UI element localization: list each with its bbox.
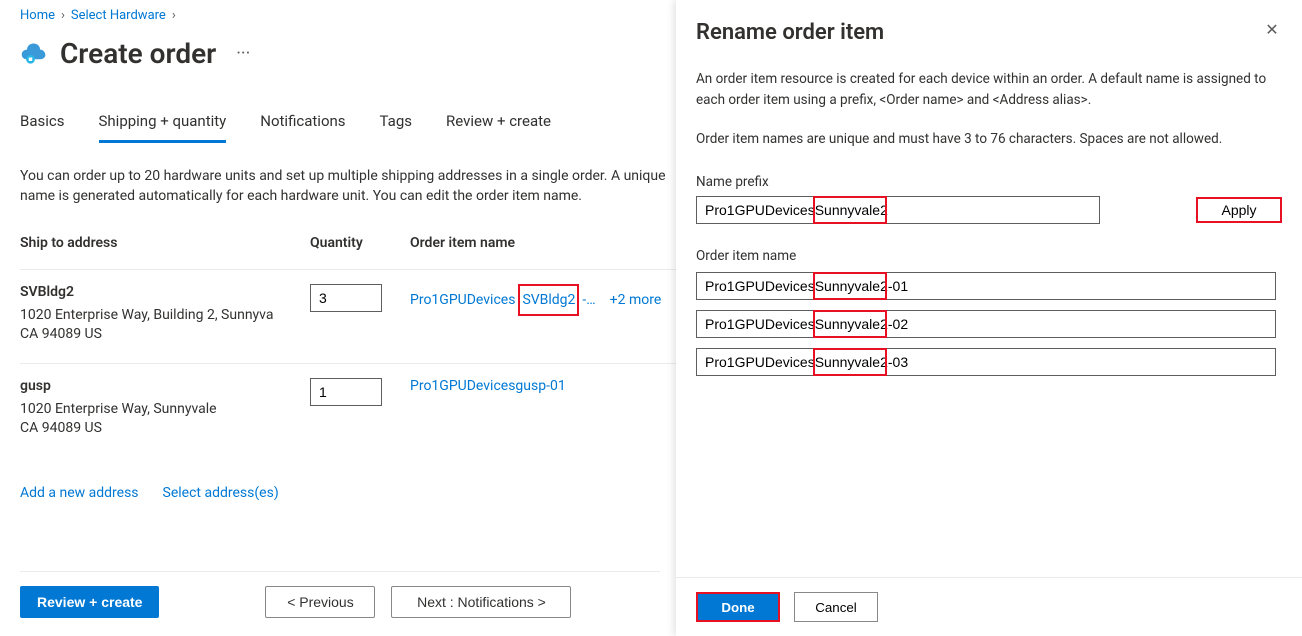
chevron-right-icon: ›: [172, 8, 176, 23]
table-header-row: Ship to address Quantity Order item name: [20, 235, 676, 269]
address-alias: SVBldg2: [20, 284, 310, 300]
quantity-input[interactable]: [310, 378, 382, 406]
tab-shipping-quantity[interactable]: Shipping + quantity: [99, 112, 227, 143]
col-ship-to: Ship to address: [20, 235, 310, 251]
panel-title: Rename order item: [696, 20, 884, 45]
chevron-right-icon: ›: [61, 8, 65, 23]
address-alias: gusp: [20, 378, 310, 394]
close-icon[interactable]: ✕: [1262, 20, 1282, 39]
next-button[interactable]: Next : Notifications >: [391, 586, 571, 618]
col-quantity: Quantity: [310, 235, 410, 251]
order-item-name-input[interactable]: [696, 348, 1276, 376]
more-actions-button[interactable]: ···: [228, 43, 250, 64]
more-items-link[interactable]: +2 more: [610, 292, 662, 308]
item-name-suffix: -…: [582, 292, 595, 308]
breadcrumb: Home › Select Hardware ›: [20, 8, 676, 23]
breadcrumb-select-hardware[interactable]: Select Hardware: [71, 8, 166, 23]
col-order-item-name: Order item name: [410, 235, 670, 251]
rename-order-item-panel: Rename order item ✕ An order item resour…: [676, 0, 1302, 636]
cloud-device-icon: [20, 40, 48, 68]
address-line: CA 94089 US: [20, 325, 310, 345]
done-button[interactable]: Done: [696, 592, 780, 622]
order-item-name-input[interactable]: [696, 310, 1276, 338]
select-addresses-link[interactable]: Select address(es): [163, 485, 279, 501]
add-address-link[interactable]: Add a new address: [20, 485, 139, 501]
cancel-button[interactable]: Cancel: [794, 592, 878, 622]
order-item-name-link[interactable]: Pro1GPUDevicesgusp-01: [410, 378, 670, 394]
previous-button[interactable]: < Previous: [265, 586, 375, 618]
address-line: 1020 Enterprise Way, Building 2, Sunnyva: [20, 306, 310, 326]
item-name-prefix: Pro1GPUDevices: [410, 292, 515, 308]
order-item-name-input[interactable]: [696, 272, 1276, 300]
tab-review-create[interactable]: Review + create: [446, 112, 551, 143]
address-line: CA 94089 US: [20, 419, 310, 439]
table-row: SVBldg2 1020 Enterprise Way, Building 2,…: [20, 269, 676, 363]
page-title: Create order: [60, 37, 216, 70]
quantity-input[interactable]: [310, 284, 382, 312]
breadcrumb-home[interactable]: Home: [20, 8, 55, 23]
order-item-name-label: Order item name: [696, 248, 1282, 264]
tab-notifications[interactable]: Notifications: [260, 112, 345, 143]
tab-basics[interactable]: Basics: [20, 112, 65, 143]
panel-description-1: An order item resource is created for ea…: [696, 69, 1282, 111]
panel-description-2: Order item names are unique and must hav…: [696, 129, 1282, 150]
table-row: gusp 1020 Enterprise Way, Sunnyvale CA 9…: [20, 363, 676, 457]
wizard-tabs: Basics Shipping + quantity Notifications…: [20, 112, 676, 144]
order-item-name-link[interactable]: Pro1GPUDevicesSVBldg2-… +2 more: [410, 284, 670, 316]
item-name-highlight: SVBldg2: [518, 284, 579, 316]
tab-tags[interactable]: Tags: [380, 112, 412, 143]
item-name: Pro1GPUDevicesgusp-01: [410, 378, 566, 394]
name-prefix-input[interactable]: [696, 196, 1100, 224]
intro-text: You can order up to 20 hardware units an…: [20, 166, 676, 207]
review-create-button[interactable]: Review + create: [20, 586, 159, 618]
name-prefix-label: Name prefix: [696, 174, 1282, 190]
address-line: 1020 Enterprise Way, Sunnyvale: [20, 400, 310, 420]
apply-button[interactable]: Apply: [1196, 197, 1282, 223]
